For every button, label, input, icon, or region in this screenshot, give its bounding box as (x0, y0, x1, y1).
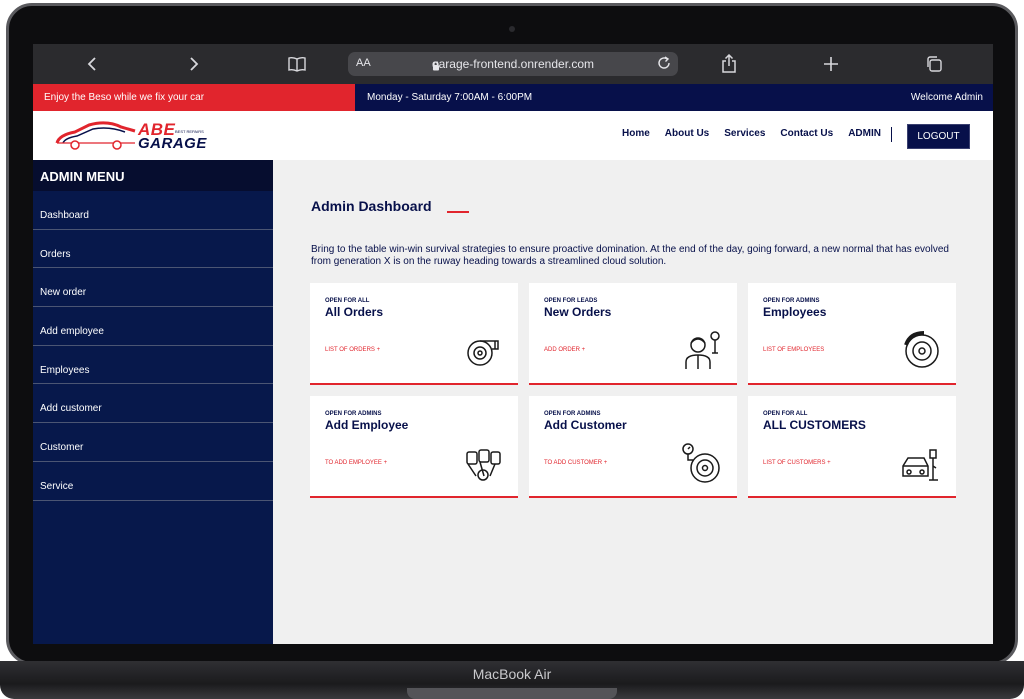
card-kicker: OPEN FOR ALL (325, 298, 370, 304)
engine-icon (462, 442, 504, 484)
card-link[interactable]: TO ADD EMPLOYEE + (325, 460, 387, 466)
sidebar-item-customer[interactable]: Customer (33, 423, 273, 462)
bookmarks-icon[interactable] (285, 52, 309, 76)
car-logo-icon (55, 121, 136, 150)
card-kicker: OPEN FOR ADMINS (763, 298, 820, 304)
forward-icon[interactable] (182, 52, 206, 76)
sidebar-item-orders[interactable]: Orders (33, 230, 273, 269)
sidebar-title: ADMIN MENU (33, 160, 273, 191)
camera-dot (509, 26, 515, 32)
mechanic-icon (681, 329, 723, 371)
card-title: Add Employee (325, 418, 409, 432)
card-all-customers[interactable]: OPEN FOR ALL ALL CUSTOMERS LIST OF CUSTO… (748, 396, 956, 498)
tabs-icon[interactable] (922, 52, 946, 76)
card-link[interactable]: ADD ORDER + (544, 347, 585, 353)
logo-text-garage: GARAGE (138, 135, 207, 152)
card-add-customer[interactable]: OPEN FOR ADMINS Add Customer TO ADD CUST… (529, 396, 737, 498)
screen: AA garage-frontend.onrender.com Enjoy th… (33, 44, 993, 644)
nav-services[interactable]: Services (724, 128, 765, 139)
site-logo[interactable]: ABE BEST REPAIRS GARAGE (55, 119, 215, 153)
card-employees[interactable]: OPEN FOR ADMINS Employees LIST OF EMPLOY… (748, 283, 956, 385)
business-hours: Monday - Saturday 7:00AM - 6:00PM (367, 92, 533, 103)
main-content: Admin Dashboard Bring to the table win-w… (273, 160, 993, 644)
card-all-orders[interactable]: OPEN FOR ALL All Orders LIST OF ORDERS + (310, 283, 518, 385)
card-link[interactable]: TO ADD CUSTOMER + (544, 460, 607, 466)
intro-text: Bring to the table win-win survival stra… (311, 244, 949, 267)
laptop-notch (407, 688, 617, 699)
card-new-orders[interactable]: OPEN FOR LEADS New Orders ADD ORDER + (529, 283, 737, 385)
card-link[interactable]: LIST OF CUSTOMERS + (763, 460, 831, 466)
nav-contact-us[interactable]: Contact Us (780, 128, 833, 139)
card-title: All Orders (325, 305, 384, 319)
sidebar-item-add-employee[interactable]: Add employee (33, 307, 273, 346)
tire-gauge-icon (681, 442, 723, 484)
sidebar-item-add-customer[interactable]: Add customer (33, 384, 273, 424)
card-title: ALL CUSTOMERS (763, 418, 866, 432)
address-bar[interactable]: AA garage-frontend.onrender.com (348, 52, 678, 76)
nav-divider (891, 127, 892, 142)
nav-about-us[interactable]: About Us (665, 128, 709, 139)
device-label: MacBook Air (472, 666, 552, 682)
card-kicker: OPEN FOR ALL (763, 411, 808, 417)
sidebar-item-service[interactable]: Service (33, 462, 273, 501)
site-header: ABE BEST REPAIRS GARAGE Home About Us Se… (33, 111, 993, 160)
main-nav: Home About Us Services Contact Us ADMIN (622, 128, 896, 139)
nav-admin[interactable]: ADMIN (848, 128, 881, 139)
nav-home[interactable]: Home (622, 128, 650, 139)
turbo-icon (462, 329, 504, 371)
info-bar: Enjoy the Beso while we fix your car Mon… (33, 84, 993, 111)
promo-text: Enjoy the Beso while we fix your car (33, 84, 355, 111)
share-icon[interactable] (717, 52, 741, 76)
sidebar-item-employees[interactable]: Employees (33, 346, 273, 385)
card-link[interactable]: LIST OF ORDERS + (325, 347, 380, 353)
card-title: New Orders (544, 305, 612, 319)
welcome-text: Welcome Admin (910, 92, 983, 103)
card-link[interactable]: LIST OF EMPLOYEES (763, 347, 824, 353)
brake-disc-icon (900, 329, 942, 371)
new-tab-icon[interactable] (819, 52, 843, 76)
car-paint-icon (900, 442, 942, 484)
card-kicker: OPEN FOR ADMINS (544, 411, 601, 417)
browser-toolbar: AA garage-frontend.onrender.com (33, 44, 993, 84)
card-title: Add Customer (544, 418, 627, 432)
sidebar-item-dashboard[interactable]: Dashboard (33, 191, 273, 230)
url-text: garage-frontend.onrender.com (431, 57, 595, 71)
title-underline (447, 211, 469, 213)
reload-icon[interactable] (656, 55, 672, 76)
logo-tagline: BEST REPAIRS (175, 129, 204, 134)
back-icon[interactable] (80, 52, 104, 76)
card-kicker: OPEN FOR LEADS (544, 298, 598, 304)
card-title: Employees (763, 305, 827, 319)
logout-button[interactable]: LOGOUT (907, 124, 970, 149)
card-add-employee[interactable]: OPEN FOR ADMINS Add Employee TO ADD EMPL… (310, 396, 518, 498)
page-title: Admin Dashboard (311, 198, 432, 214)
admin-sidebar: ADMIN MENU Dashboard Orders New order Ad… (33, 160, 273, 644)
card-kicker: OPEN FOR ADMINS (325, 411, 382, 417)
sidebar-item-new-order[interactable]: New order (33, 268, 273, 308)
